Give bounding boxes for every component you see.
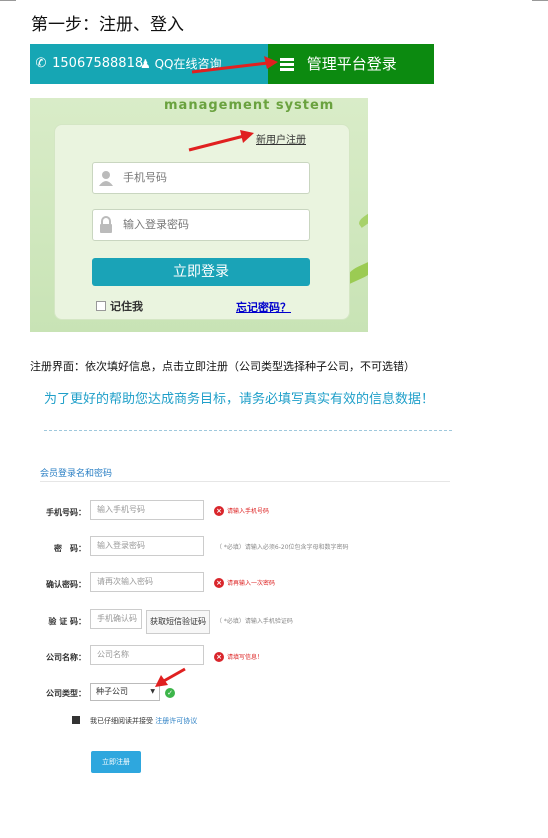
phone-input[interactable]: 手机号码 (92, 162, 310, 194)
confirm-password-input[interactable]: 请再次输入密码 (90, 572, 204, 592)
company-type-select[interactable]: 种子公司 ▼ (90, 683, 160, 701)
error-icon: × (214, 506, 224, 516)
company-type-label: 公司类型： (46, 689, 86, 698)
agree-text: 我已仔细阅读并接受 (90, 717, 153, 725)
system-name: management system (164, 98, 335, 113)
arrow-annotation (188, 130, 254, 152)
divider (44, 430, 452, 431)
registration-description: 注册界面：依次填好信息，点击立即注册（公司类型选择种子公司，不可选错） (30, 360, 415, 373)
phone-label: 手机号码： (46, 508, 86, 517)
error-icon: × (214, 652, 224, 662)
reg-password-input[interactable]: 输入登录密码 (90, 536, 204, 556)
remember-me-checkbox[interactable]: 记住我 (96, 298, 143, 314)
phone-icon: ✆ (35, 56, 47, 71)
error-icon: × (214, 578, 224, 588)
reg-phone-input[interactable]: 输入手机号码 (90, 500, 204, 520)
company-name-input[interactable]: 公司名称 (90, 645, 204, 665)
step-title: 第一步：注册、登入 (31, 15, 184, 35)
license-link[interactable]: 注册许可协议 (155, 717, 197, 725)
phone-placeholder: 手机号码 (123, 171, 167, 184)
lock-icon (100, 216, 112, 233)
page-corner-mark (0, 0, 16, 1)
login-button[interactable]: 立即登录 (92, 258, 310, 286)
form-banner: 为了更好的帮助您达成商务目标，请务必填写真实有效的信息数据！ (44, 392, 435, 407)
section-title: 会员登录名和密码 (40, 469, 113, 479)
admin-login-label: 管理平台登录 (306, 55, 397, 73)
code-label: 验 证 码： (48, 617, 86, 626)
phone-number: 15067588818 (52, 56, 144, 71)
company-name-label: 公司名称： (46, 653, 86, 662)
agree-checkbox[interactable] (72, 716, 80, 724)
sms-code-input[interactable]: 手机确认码 (90, 609, 142, 629)
phone-error: × 请输入手机号码 (214, 506, 269, 517)
checkbox-icon (96, 301, 106, 311)
get-sms-code-button[interactable]: 获取短信验证码 (146, 610, 210, 634)
password-input[interactable]: 输入登录密码 (92, 209, 310, 241)
password-placeholder: 输入登录密码 (123, 218, 189, 231)
user-icon (99, 171, 113, 186)
page-corner-mark (532, 0, 548, 1)
phone-contact: ✆ 15067588818 (34, 44, 144, 84)
password-hint: （ *必填）请输入必须6-20位包含字母和数字密码 (216, 544, 349, 551)
confirm-error-text: 请再输入一次密码 (227, 580, 276, 587)
remember-me-label: 记住我 (110, 300, 143, 313)
agreement-row: 我已仔细阅读并接受 注册许可协议 (72, 716, 197, 726)
qq-penguin-icon: ♟ (140, 57, 151, 71)
arrow-annotation (191, 56, 278, 74)
phone-error-text: 请输入手机号码 (227, 508, 270, 515)
leaf-decoration (357, 212, 368, 228)
confirm-password-label: 确认密码： (46, 580, 86, 589)
company-type-value: 种子公司 (96, 687, 128, 696)
divider (40, 481, 450, 482)
forgot-password-link[interactable]: 忘记密码？ (236, 299, 291, 315)
register-link[interactable]: 新用户注册 (256, 131, 306, 146)
password-label: 密 码： (54, 544, 86, 553)
company-name-error-text: 请填写信息！ (227, 654, 264, 661)
confirm-error: × 请再输入一次密码 (214, 578, 275, 589)
list-icon (280, 56, 294, 73)
company-name-error: × 请填写信息！ (214, 652, 263, 663)
arrow-annotation (155, 667, 186, 687)
register-submit-button[interactable]: 立即注册 (91, 751, 141, 773)
code-hint: （ *必填）请输入手机验证码 (216, 618, 293, 625)
admin-login-button[interactable]: 管理平台登录 (268, 44, 434, 84)
